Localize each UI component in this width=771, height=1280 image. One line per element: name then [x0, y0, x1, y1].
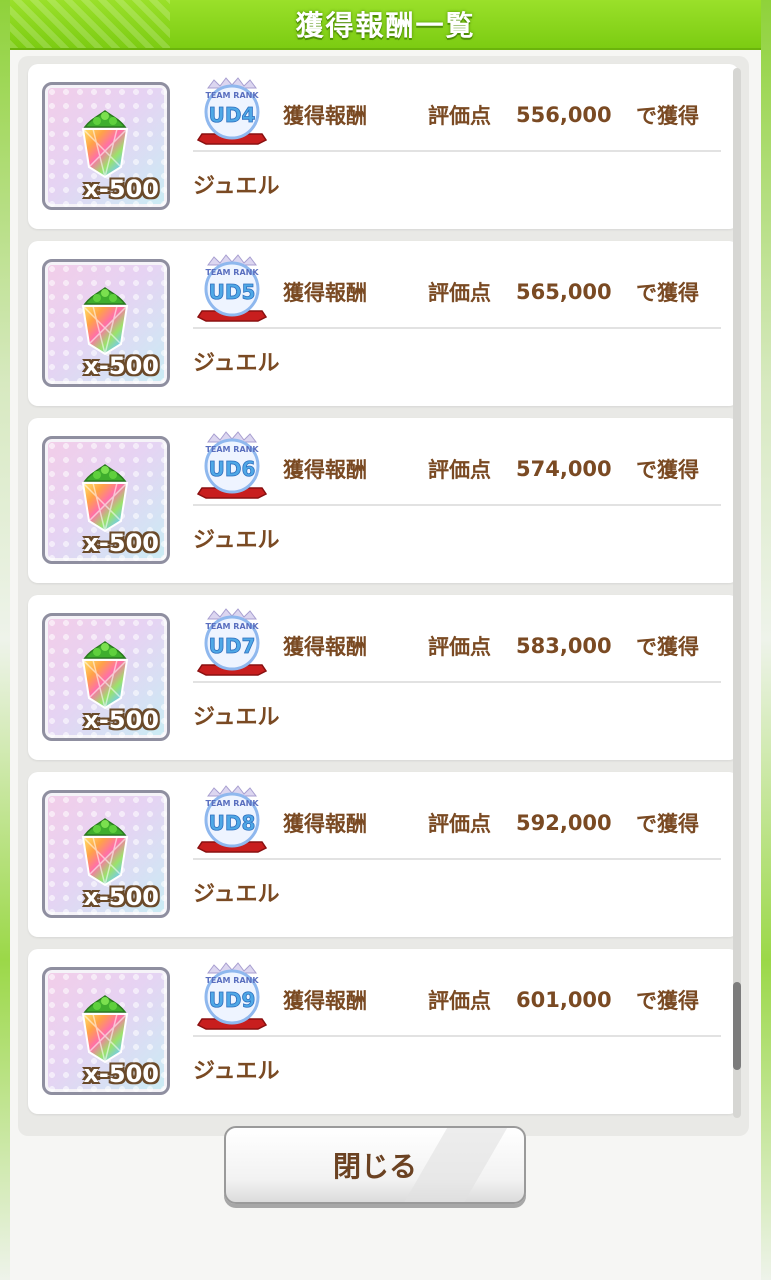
jewel-item-icon[interactable]: x-500 [42, 82, 170, 210]
svg-text:UD5: UD5 [209, 280, 256, 304]
reward-card: x-500 TEAM RANK UD4 獲得報酬 評価点 556,000 で獲得… [28, 64, 739, 229]
reward-condition-row: 獲得報酬 評価点 592,000 で獲得 [283, 808, 719, 838]
svg-text:UD9: UD9 [209, 988, 256, 1012]
item-quantity: x-500 [83, 1060, 159, 1088]
jewel-item-icon[interactable]: x-500 [42, 613, 170, 741]
score-value: 592,000 [516, 811, 612, 835]
card-divider [193, 327, 721, 329]
reward-condition-row: 獲得報酬 評価点 556,000 で獲得 [283, 100, 719, 130]
card-divider [193, 504, 721, 506]
score-value: 574,000 [516, 457, 612, 481]
score-suffix: で獲得 [636, 635, 699, 659]
reward-condition-row: 獲得報酬 評価点 601,000 で獲得 [283, 985, 719, 1015]
score-label: 評価点 [428, 989, 491, 1013]
reward-label: 獲得報酬 [283, 635, 367, 659]
score-label: 評価点 [428, 458, 491, 482]
item-quantity: x-500 [83, 352, 159, 380]
team-rank-badge-icon: TEAM RANK UD6 [196, 431, 268, 499]
svg-text:TEAM RANK: TEAM RANK [205, 445, 259, 454]
dialog-title: 獲得報酬一覧 [295, 9, 476, 42]
item-quantity: x-500 [83, 706, 159, 734]
card-divider [193, 681, 721, 683]
score-label: 評価点 [428, 812, 491, 836]
card-divider [193, 150, 721, 152]
scrollbar[interactable] [733, 68, 741, 1118]
rainbow-jewel-icon [81, 110, 129, 179]
item-name: ジュエル [193, 351, 280, 376]
team-rank-badge-icon: TEAM RANK UD9 [196, 962, 268, 1030]
reward-label: 獲得報酬 [283, 104, 367, 128]
score-suffix: で獲得 [636, 281, 699, 305]
reward-card: x-500 TEAM RANK UD5 獲得報酬 評価点 565,000 で獲得… [28, 241, 739, 406]
scrollbar-thumb[interactable] [733, 982, 741, 1070]
team-rank-badge-icon: TEAM RANK UD4 [196, 77, 268, 145]
item-name: ジュエル [193, 705, 280, 730]
team-rank-badge-icon: TEAM RANK UD5 [196, 254, 268, 322]
reward-card: x-500 TEAM RANK UD6 獲得報酬 評価点 574,000 で獲得… [28, 418, 739, 583]
item-name: ジュエル [193, 1059, 280, 1084]
jewel-item-icon[interactable]: x-500 [42, 967, 170, 1095]
reward-list[interactable]: x-500 TEAM RANK UD4 獲得報酬 評価点 556,000 で獲得… [18, 56, 749, 1136]
svg-text:UD7: UD7 [209, 634, 256, 658]
close-button-label: 閉じる [332, 1150, 417, 1183]
score-suffix: で獲得 [636, 989, 699, 1013]
svg-text:UD4: UD4 [209, 103, 256, 127]
score-value: 556,000 [516, 103, 612, 127]
svg-text:UD6: UD6 [209, 457, 256, 481]
item-name: ジュエル [193, 528, 280, 553]
score-label: 評価点 [428, 104, 491, 128]
team-rank-badge-icon: TEAM RANK UD7 [196, 608, 268, 676]
item-name: ジュエル [193, 174, 280, 199]
reward-label: 獲得報酬 [283, 989, 367, 1013]
card-divider [193, 1035, 721, 1037]
score-suffix: で獲得 [636, 458, 699, 482]
reward-label: 獲得報酬 [283, 812, 367, 836]
reward-label: 獲得報酬 [283, 281, 367, 305]
score-value: 583,000 [516, 634, 612, 658]
rainbow-jewel-icon [81, 641, 129, 710]
jewel-item-icon[interactable]: x-500 [42, 436, 170, 564]
rainbow-jewel-icon [81, 287, 129, 356]
rainbow-jewel-icon [81, 818, 129, 887]
reward-label: 獲得報酬 [283, 458, 367, 482]
team-rank-badge-icon: TEAM RANK UD8 [196, 785, 268, 853]
score-label: 評価点 [428, 281, 491, 305]
score-suffix: で獲得 [636, 104, 699, 128]
jewel-item-icon[interactable]: x-500 [42, 790, 170, 918]
dialog-panel: x-500 TEAM RANK UD4 獲得報酬 評価点 556,000 で獲得… [10, 50, 761, 1280]
item-quantity: x-500 [83, 883, 159, 911]
svg-text:TEAM RANK: TEAM RANK [205, 976, 259, 985]
reward-card: x-500 TEAM RANK UD7 獲得報酬 評価点 583,000 で獲得… [28, 595, 739, 760]
rainbow-jewel-icon [81, 995, 129, 1064]
score-label: 評価点 [428, 635, 491, 659]
item-quantity: x-500 [83, 175, 159, 203]
svg-text:TEAM RANK: TEAM RANK [205, 799, 259, 808]
reward-condition-row: 獲得報酬 評価点 583,000 で獲得 [283, 631, 719, 661]
reward-card: x-500 TEAM RANK UD8 獲得報酬 評価点 592,000 で獲得… [28, 772, 739, 937]
item-quantity: x-500 [83, 529, 159, 557]
close-button[interactable]: 閉じる [224, 1126, 526, 1204]
rainbow-jewel-icon [81, 464, 129, 533]
reward-condition-row: 獲得報酬 評価点 574,000 で獲得 [283, 454, 719, 484]
card-divider [193, 858, 721, 860]
score-suffix: で獲得 [636, 812, 699, 836]
svg-text:UD8: UD8 [209, 811, 256, 835]
score-value: 565,000 [516, 280, 612, 304]
score-value: 601,000 [516, 988, 612, 1012]
reward-card: x-500 TEAM RANK UD9 獲得報酬 評価点 601,000 で獲得… [28, 949, 739, 1114]
reward-condition-row: 獲得報酬 評価点 565,000 で獲得 [283, 277, 719, 307]
jewel-item-icon[interactable]: x-500 [42, 259, 170, 387]
svg-text:TEAM RANK: TEAM RANK [205, 622, 259, 631]
svg-text:TEAM RANK: TEAM RANK [205, 91, 259, 100]
dialog-header: 獲得報酬一覧 [10, 0, 761, 50]
svg-text:TEAM RANK: TEAM RANK [205, 268, 259, 277]
item-name: ジュエル [193, 882, 280, 907]
